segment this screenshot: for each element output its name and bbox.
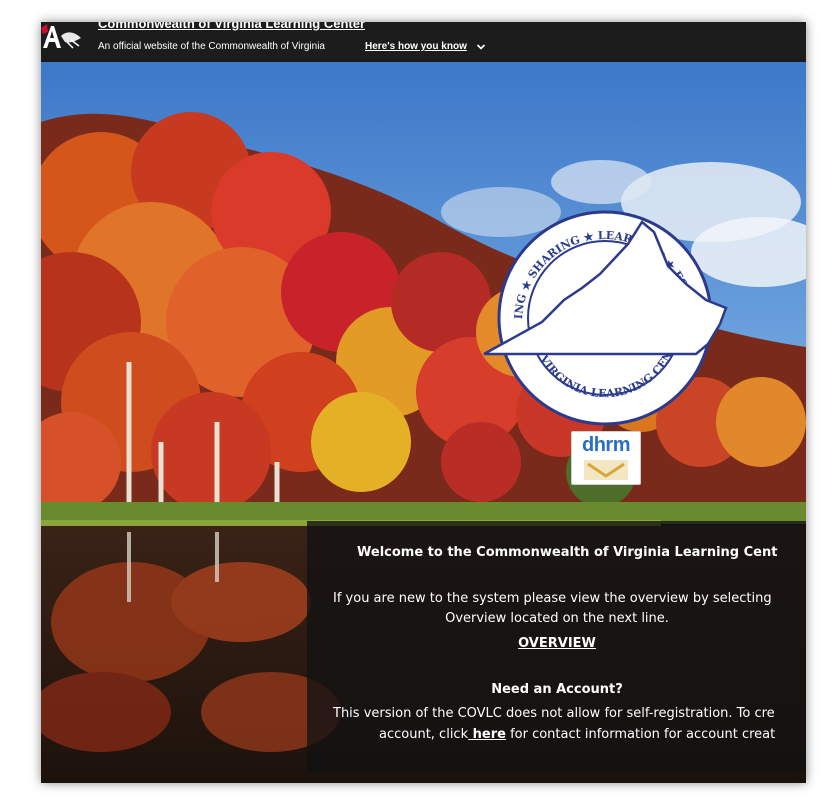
here-link[interactable]: here: [468, 727, 506, 742]
need-account-heading: Need an Account?: [491, 682, 623, 697]
self-registration-notice: This version of the COVLC does not allow…: [333, 706, 775, 721]
dhrm-logo-text: dhrm: [582, 434, 631, 456]
overview-link[interactable]: OVERVIEW: [307, 636, 806, 651]
browser-viewport: Commonwealth of Virginia Learning Center…: [41, 22, 806, 783]
account-suffix-text: for contact information for account crea…: [505, 727, 776, 742]
chevron-down-icon[interactable]: [476, 42, 486, 52]
intro-text-line-2: Overview located on the next line.: [445, 611, 669, 626]
dhrm-logo: dhrm: [571, 431, 641, 485]
intro-text-line-1: If you are new to the system please view…: [333, 591, 772, 606]
account-prefix-text: account, click: [379, 727, 469, 742]
virginia-logo-icon[interactable]: [41, 22, 87, 52]
dhrm-check-mark-icon: [584, 460, 628, 480]
account-contact-text: account, click here for contact informat…: [379, 727, 806, 742]
welcome-panel: Welcome to the Commonwealth of Virginia …: [307, 521, 806, 773]
site-title-link[interactable]: Commonwealth of Virginia Learning Center: [98, 22, 365, 31]
official-website-text: An official website of the Commonwealth …: [98, 41, 325, 52]
heres-how-you-know-link[interactable]: Here's how you know: [365, 41, 467, 52]
welcome-title: Welcome to the Commonwealth of Virginia …: [357, 545, 778, 560]
virginia-learning-center-seal: TRAINING ★ SHARING ★ LEARNING ★ FOR SUCC…: [477, 194, 728, 426]
official-site-banner: Commonwealth of Virginia Learning Center…: [41, 22, 806, 62]
